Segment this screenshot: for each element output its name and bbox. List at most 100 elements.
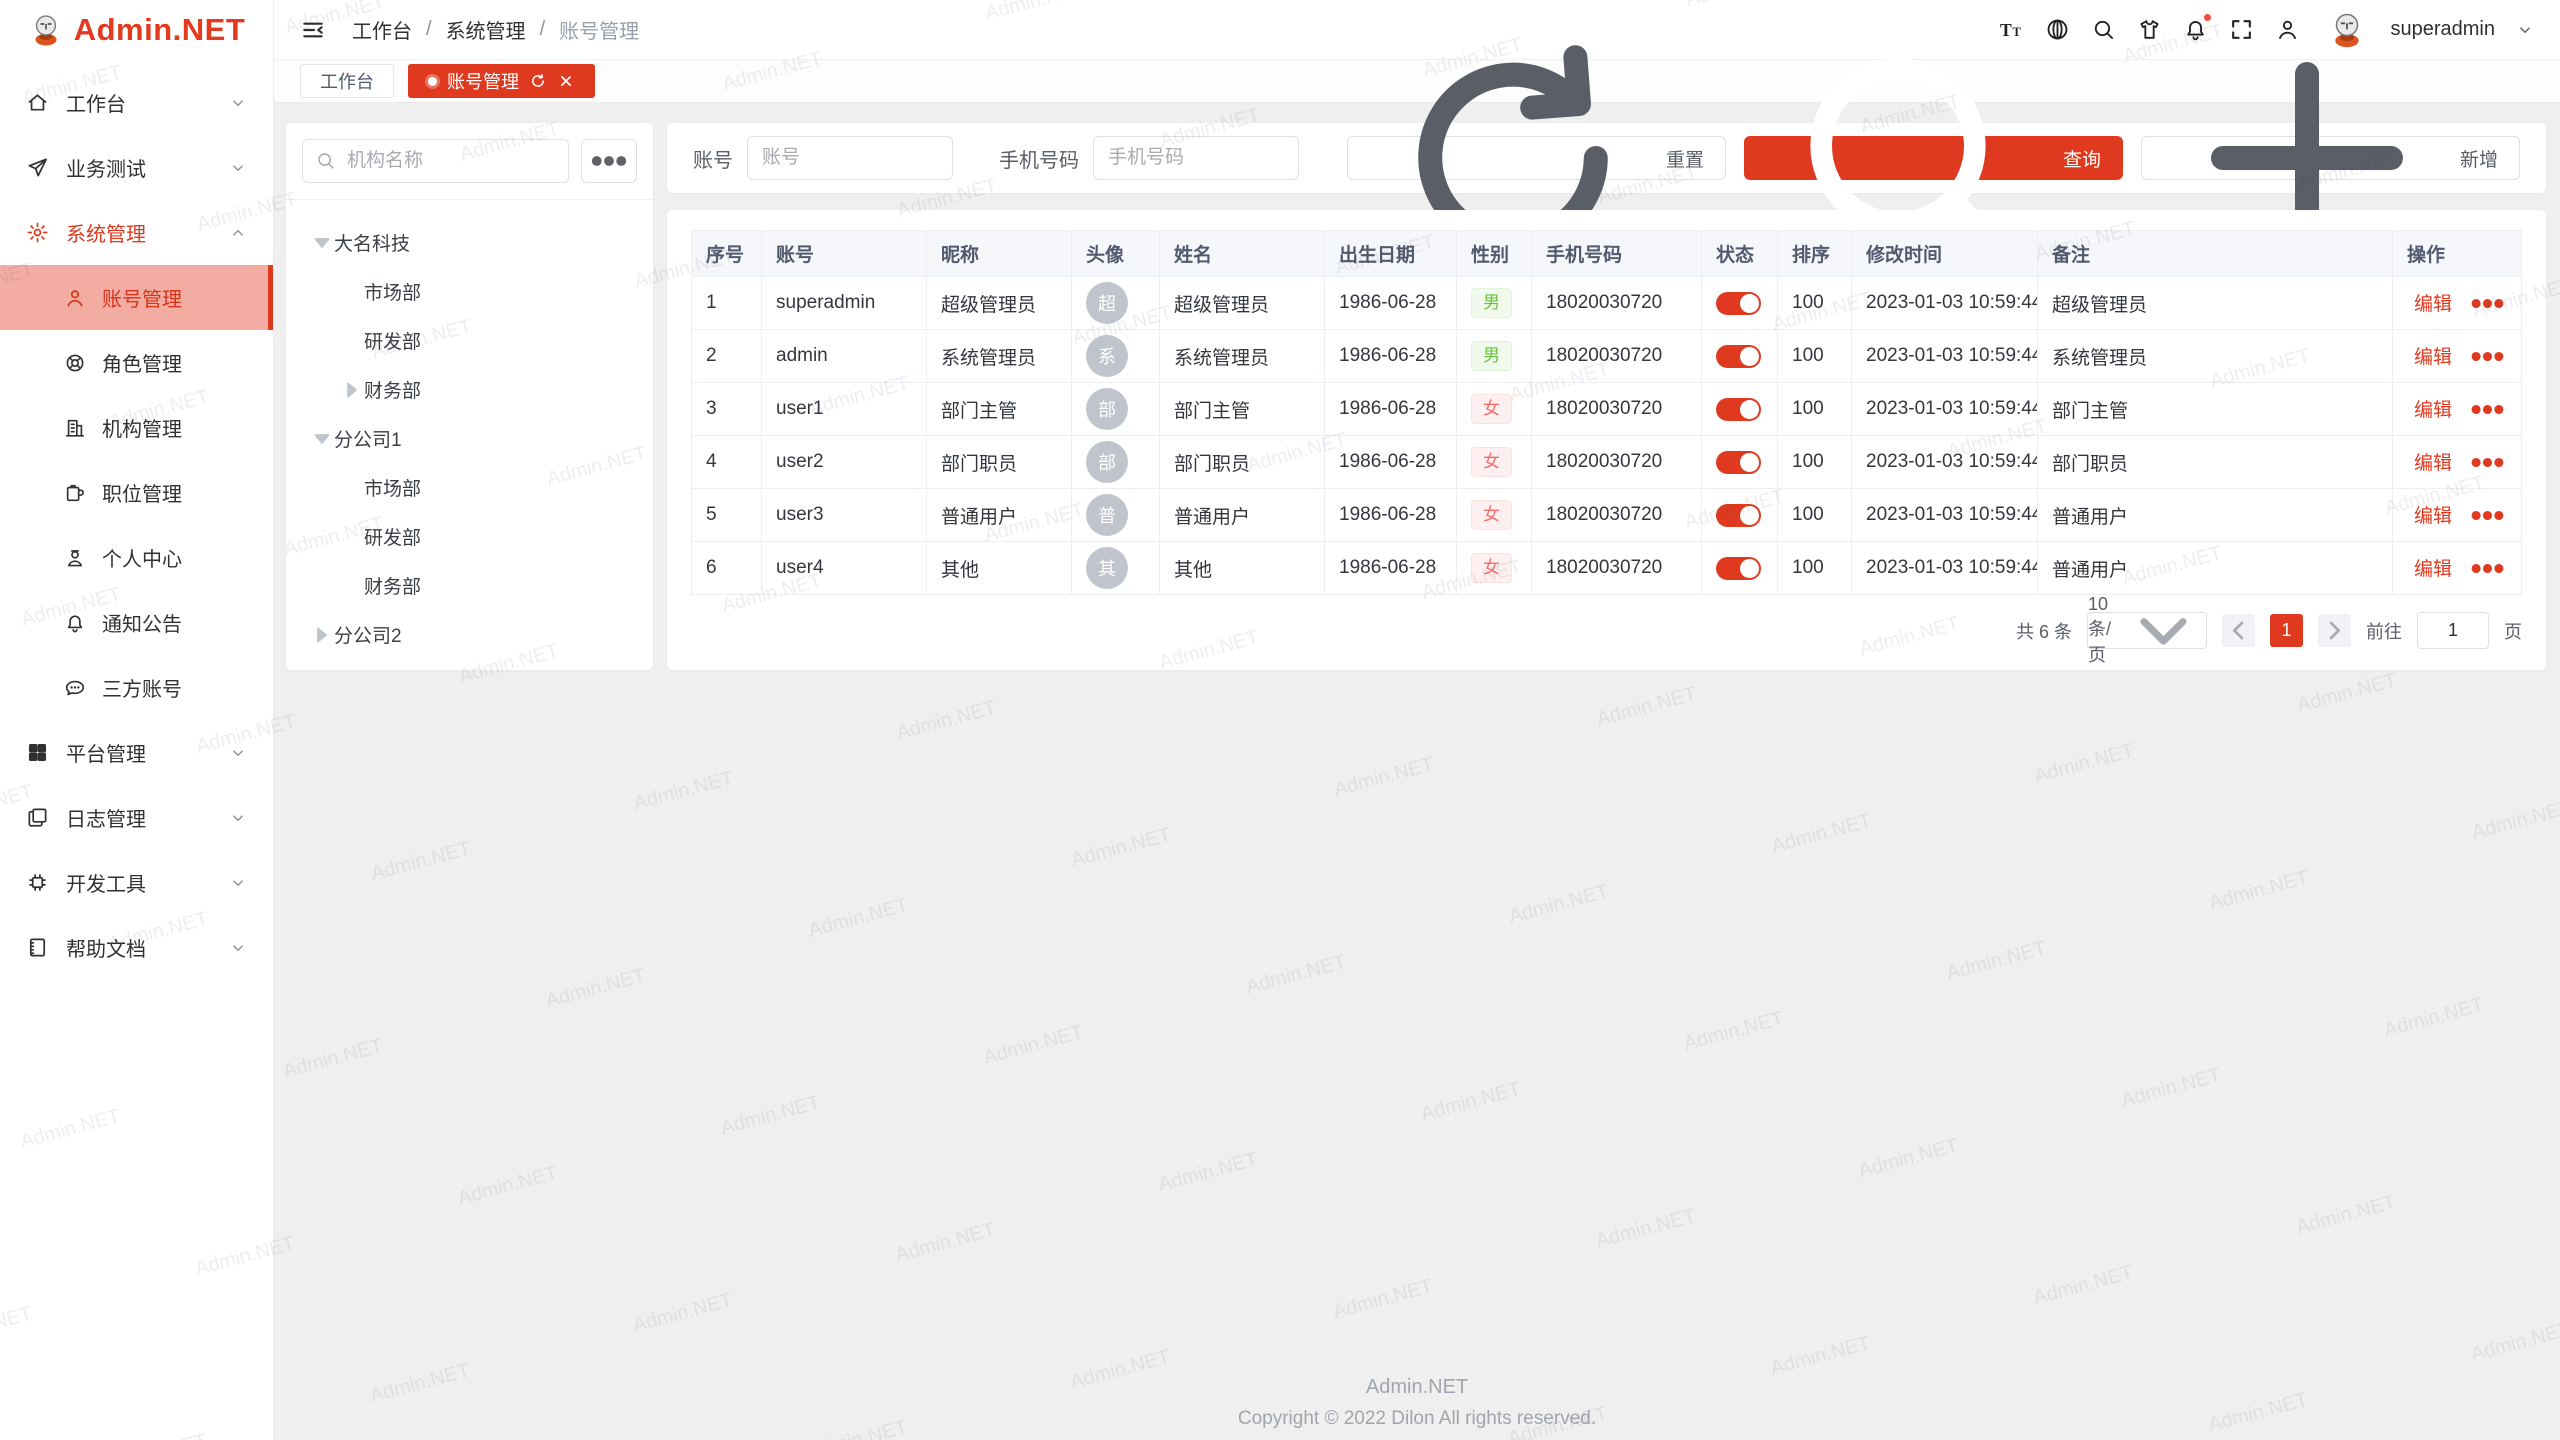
table-row: 3user1部门主管部部门主管1986-06-28女18020030720100… xyxy=(692,383,2522,436)
tree-node-label: 分公司2 xyxy=(334,621,402,648)
more-actions-button[interactable] xyxy=(2468,443,2507,482)
sidebar-item-platform-manage[interactable]: 平台管理 xyxy=(0,720,273,785)
font-size-icon[interactable]: TT xyxy=(1999,17,2024,42)
sidebar-item-workbench[interactable]: 工作台 xyxy=(0,70,273,135)
more-actions-button[interactable] xyxy=(2468,284,2507,323)
account-filter-input[interactable] xyxy=(747,136,953,180)
tree-node[interactable]: 研发部 xyxy=(302,512,637,561)
close-icon[interactable] xyxy=(557,72,575,90)
notification-icon[interactable] xyxy=(2183,17,2208,42)
more-actions-button[interactable] xyxy=(2468,337,2507,376)
cell-remark: 部门主管 xyxy=(2038,383,2393,436)
cell-operations: 编辑 xyxy=(2393,436,2522,489)
status-toggle[interactable] xyxy=(1716,398,1761,421)
tab-workbench[interactable]: 工作台 xyxy=(300,64,394,98)
app-logo[interactable]: Admin.NET xyxy=(0,0,273,60)
status-toggle[interactable] xyxy=(1716,345,1761,368)
caret-collapsed-icon[interactable] xyxy=(340,378,364,402)
edit-button[interactable]: 编辑 xyxy=(2407,395,2452,422)
chevron-down-icon xyxy=(229,874,247,892)
cell-sort: 100 xyxy=(1778,542,1852,595)
tree-node-label: 研发部 xyxy=(364,327,421,354)
sidebar-item-account-manage[interactable]: 账号管理 xyxy=(0,265,273,330)
collapse-menu-icon[interactable] xyxy=(300,17,326,43)
status-toggle[interactable] xyxy=(1716,504,1761,527)
goto-wrap xyxy=(2417,612,2489,649)
reset-button[interactable]: 重置 xyxy=(1347,136,1726,180)
more-actions-button[interactable] xyxy=(2468,390,2507,429)
sidebar-item-business-test[interactable]: 业务测试 xyxy=(0,135,273,200)
avatar: 其 xyxy=(1086,547,1128,589)
tree-node[interactable]: 财务部 xyxy=(302,365,637,414)
cell-modified-time: 2023-01-03 10:59:44 xyxy=(1852,330,2038,383)
org-search-input[interactable] xyxy=(302,139,569,183)
tab-account-manage[interactable]: 账号管理 xyxy=(408,64,595,98)
query-button[interactable]: 查询 xyxy=(1744,136,2123,180)
sidebar-item-position-manage[interactable]: 职位管理 xyxy=(0,460,273,525)
tree-node[interactable]: 分公司1 xyxy=(302,414,637,463)
table-header-row: 序号账号昵称头像姓名出生日期性别手机号码状态排序修改时间备注操作 xyxy=(692,231,2522,277)
tree-node[interactable]: 财务部 xyxy=(302,561,637,610)
fullscreen-icon[interactable] xyxy=(2229,17,2254,42)
phone-filter-input[interactable] xyxy=(1093,136,1299,180)
language-icon[interactable] xyxy=(2045,17,2070,42)
sidebar-item-org-manage[interactable]: 机构管理 xyxy=(0,395,273,460)
gender-badge: 男 xyxy=(1471,341,1512,371)
page-size-select[interactable]: 10条/页 xyxy=(2087,612,2207,649)
status-toggle[interactable] xyxy=(1716,557,1761,580)
caret-collapsed-icon[interactable] xyxy=(310,623,334,647)
tree-node[interactable]: 分公司2 xyxy=(302,610,637,659)
cell-gender: 女 xyxy=(1457,383,1532,436)
role-icon xyxy=(64,352,86,374)
cell-account: user4 xyxy=(762,542,927,595)
tree-more-button[interactable] xyxy=(581,139,637,183)
tree-node[interactable]: 大名科技 xyxy=(302,218,637,267)
cell-avatar: 超 xyxy=(1072,277,1160,330)
next-page-button[interactable] xyxy=(2318,614,2351,647)
tab-label: 账号管理 xyxy=(447,68,519,94)
sidebar-item-notice-announce[interactable]: 通知公告 xyxy=(0,590,273,655)
edit-button[interactable]: 编辑 xyxy=(2407,342,2452,369)
cell-avatar: 部 xyxy=(1072,383,1160,436)
cell-status xyxy=(1702,436,1778,489)
user-icon[interactable] xyxy=(2275,17,2300,42)
edit-button[interactable]: 编辑 xyxy=(2407,448,2452,475)
goto-page-input[interactable] xyxy=(2417,612,2489,649)
sidebar-item-third-party-account[interactable]: 三方账号 xyxy=(0,655,273,720)
page-number-active[interactable]: 1 xyxy=(2270,614,2303,647)
tree-node[interactable]: 市场部 xyxy=(302,267,637,316)
avatar: 部 xyxy=(1086,388,1128,430)
tree-node-label: 分公司1 xyxy=(334,425,402,452)
more-actions-button[interactable] xyxy=(2468,496,2507,535)
edit-button[interactable]: 编辑 xyxy=(2407,501,2452,528)
status-toggle[interactable] xyxy=(1716,451,1761,474)
tree-node[interactable]: 市场部 xyxy=(302,463,637,512)
sidebar-item-role-manage[interactable]: 角色管理 xyxy=(0,330,273,395)
chevron-down-icon xyxy=(2121,588,2206,673)
edit-button[interactable]: 编辑 xyxy=(2407,289,2452,316)
theme-icon[interactable] xyxy=(2137,17,2162,42)
more-actions-button[interactable] xyxy=(2468,549,2507,588)
caret-expanded-icon[interactable] xyxy=(310,231,334,255)
query-button-label: 查询 xyxy=(2063,145,2101,172)
cell-name: 超级管理员 xyxy=(1160,277,1325,330)
edit-button[interactable]: 编辑 xyxy=(2407,554,2452,581)
sidebar-item-help-docs[interactable]: 帮助文档 xyxy=(0,915,273,980)
cell-phone: 18020030720 xyxy=(1532,277,1702,330)
sidebar-item-log-manage[interactable]: 日志管理 xyxy=(0,785,273,850)
breadcrumb-item[interactable]: 系统管理 xyxy=(446,15,526,44)
mascot-logo-icon xyxy=(28,12,64,48)
sidebar-item-dev-tools[interactable]: 开发工具 xyxy=(0,850,273,915)
caret-expanded-icon[interactable] xyxy=(310,427,334,451)
table-row: 1superadmin超级管理员超超级管理员1986-06-28男1802003… xyxy=(692,277,2522,330)
add-button[interactable]: 新增 xyxy=(2141,136,2520,180)
breadcrumb-item[interactable]: 工作台 xyxy=(352,15,412,44)
sidebar-item-personal-center[interactable]: 个人中心 xyxy=(0,525,273,590)
status-toggle[interactable] xyxy=(1716,292,1761,315)
tree-node[interactable]: 研发部 xyxy=(302,316,637,365)
prev-page-button[interactable] xyxy=(2222,614,2255,647)
cell-operations: 编辑 xyxy=(2393,542,2522,595)
search-icon[interactable] xyxy=(2091,17,2116,42)
refresh-icon[interactable] xyxy=(529,72,547,90)
sidebar-item-system-manage[interactable]: 系统管理 xyxy=(0,200,273,265)
